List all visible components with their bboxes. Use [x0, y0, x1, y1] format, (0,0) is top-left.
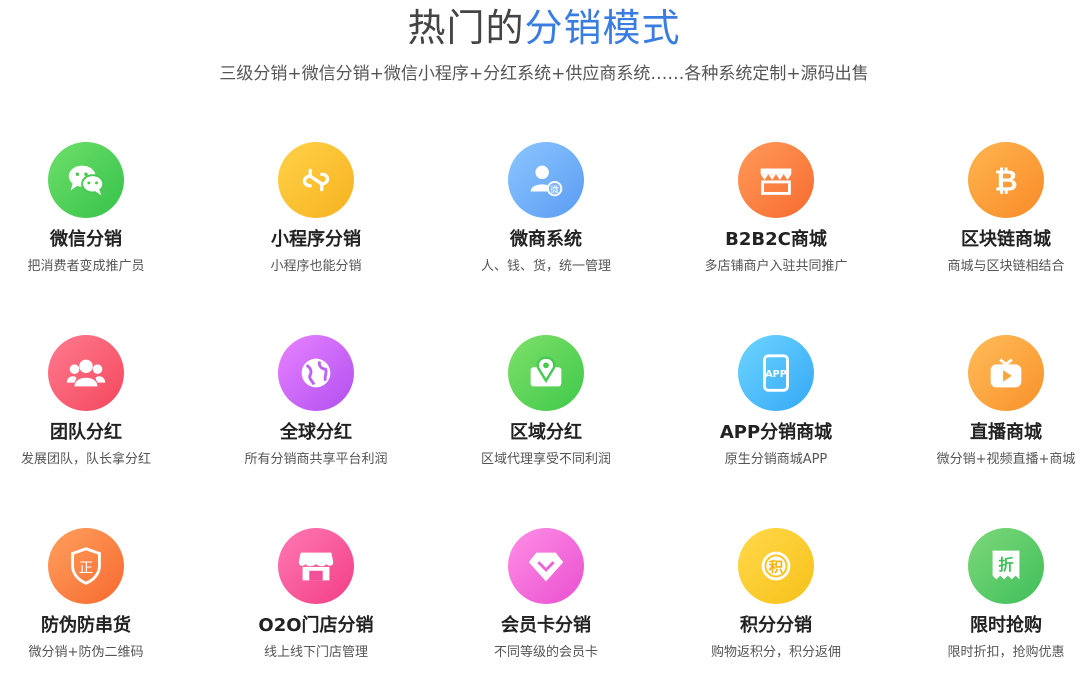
points-coin-icon: 积 [738, 528, 814, 604]
globe-icon [278, 335, 354, 411]
feature-desc: 发展团队，队长拿分红 [20, 452, 151, 467]
shop-icon [278, 528, 354, 604]
diamond-icon [508, 528, 584, 604]
feature-card-live-mall[interactable]: 直播商城 微分销+视频直播+商城 [906, 311, 1088, 469]
feature-name: 限时抢购 [970, 615, 1042, 636]
feature-card-anti-counterfeit[interactable]: 正 防伪防串货 微分销+防伪二维码 [0, 504, 186, 662]
feature-row: 团队分红 发展团队，队长拿分红 全球分红 所有分销商共享平台利润 区域分红 区域… [0, 311, 1088, 501]
feature-name: 全球分红 [280, 422, 352, 443]
feature-desc: 把消费者变成推广员 [27, 259, 145, 274]
feature-card-region-bonus[interactable]: 区域分红 区域代理享受不同利润 [446, 311, 646, 469]
bitcoin-icon: ₿ [968, 142, 1044, 218]
feature-card-mini-program[interactable]: 小程序分销 小程序也能分销 [216, 118, 416, 276]
feature-row: 微信分销 把消费者变成推广员 小程序分销 小程序也能分销 微 微商系统 人、钱、… [0, 118, 1088, 308]
page-title: 热门的分销模式 [0, 2, 1088, 54]
feature-name: B2B2C商城 [725, 229, 827, 250]
feature-desc: 区域代理享受不同利润 [480, 452, 611, 467]
feature-desc: 小程序也能分销 [270, 259, 362, 274]
feature-card-o2o-shop[interactable]: O2O门店分销 线上线下门店管理 [216, 504, 416, 662]
discount-icon: 折 [968, 528, 1044, 604]
feature-name: 防伪防串货 [41, 615, 131, 636]
page-subtitle: 三级分销+微信分销+微信小程序+分红系统+供应商系统……各种系统定制+源码出售 [219, 64, 869, 84]
feature-card-app-mall[interactable]: APP APP分销商城 原生分销商城APP [676, 311, 876, 469]
feature-desc: 限时折扣，抢购优惠 [947, 645, 1065, 660]
team-icon [48, 335, 124, 411]
feature-card-blockchain[interactable]: ₿ 区块链商城 商城与区块链相结合 [906, 118, 1088, 276]
shield-icon-text: 正 [79, 561, 93, 577]
wechat-icon [48, 142, 124, 218]
discount-icon-text: 折 [998, 556, 1014, 574]
feature-name: 团队分红 [50, 422, 122, 443]
feature-desc: 微分销+视频直播+商城 [936, 452, 1076, 467]
feature-name: O2O门店分销 [258, 615, 374, 636]
title-accent: 分销模式 [524, 6, 681, 50]
app-phone-icon: APP [738, 335, 814, 411]
feature-card-wechat-distribution[interactable]: 微信分销 把消费者变成推广员 [0, 118, 186, 276]
feature-name: 积分分销 [740, 615, 812, 636]
feature-card-b2b2c[interactable]: B2B2C商城 多店铺商户入驻共同推广 [676, 118, 876, 276]
points-icon-text: 积 [769, 558, 784, 576]
feature-desc: 线上线下门店管理 [263, 645, 368, 660]
feature-desc: 商城与区块链相结合 [947, 259, 1065, 274]
feature-desc: 多店铺商户入驻共同推广 [704, 259, 848, 274]
live-tv-icon [968, 335, 1044, 411]
feature-name: 区块链商城 [961, 229, 1051, 250]
feature-desc: 人、钱、货，统一管理 [480, 259, 611, 274]
storefront-icon [738, 142, 814, 218]
feature-row: 正 防伪防串货 微分销+防伪二维码 O2O门店分销 线上线下门店管理 会员卡分销… [0, 504, 1088, 687]
feature-name: 微商系统 [510, 229, 582, 250]
map-pin-icon [508, 335, 584, 411]
feature-desc: 所有分销商共享平台利润 [244, 452, 388, 467]
svg-text:APP: APP [765, 369, 786, 380]
feature-desc: 不同等级的会员卡 [493, 645, 598, 660]
feature-desc: 微分销+防伪二维码 [28, 645, 144, 660]
feature-card-team-bonus[interactable]: 团队分红 发展团队，队长拿分红 [0, 311, 186, 469]
feature-desc: 原生分销商城APP [724, 452, 828, 467]
weishang-user-icon: 微 [508, 142, 584, 218]
feature-name: APP分销商城 [719, 422, 833, 443]
feature-name: 会员卡分销 [501, 615, 591, 636]
feature-card-flash-sale[interactable]: 折 限时抢购 限时折扣，抢购优惠 [906, 504, 1088, 662]
feature-card-membership[interactable]: 会员卡分销 不同等级的会员卡 [446, 504, 646, 662]
shield-icon: 正 [48, 528, 124, 604]
feature-name: 微信分销 [50, 229, 122, 250]
title-prefix: 热门的 [407, 6, 525, 50]
feature-name: 直播商城 [970, 422, 1042, 443]
feature-name: 区域分红 [510, 422, 582, 443]
feature-card-weishang[interactable]: 微 微商系统 人、钱、货，统一管理 [446, 118, 646, 276]
feature-card-points[interactable]: 积 积分分销 购物返积分，积分返佣 [676, 504, 876, 662]
feature-name: 小程序分销 [271, 229, 361, 250]
svg-text:₿: ₿ [994, 164, 1017, 198]
header: 热门的分销模式 三级分销+微信分销+微信小程序+分红系统+供应商系统……各种系统… [0, 0, 1088, 86]
feature-desc: 购物返积分，积分返佣 [710, 645, 841, 660]
feature-card-global-bonus[interactable]: 全球分红 所有分销商共享平台利润 [216, 311, 416, 469]
mini-program-icon [278, 142, 354, 218]
svg-text:微: 微 [550, 183, 559, 195]
